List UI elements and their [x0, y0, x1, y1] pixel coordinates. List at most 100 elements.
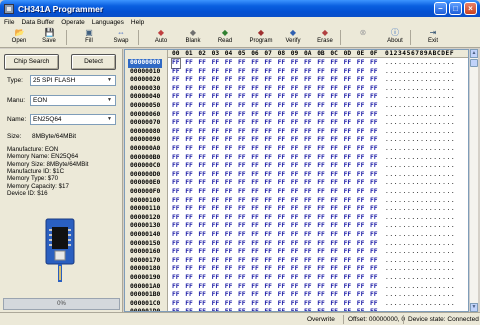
hex-byte-cell[interactable]: FF — [330, 257, 338, 266]
hex-byte-cell[interactable]: FF — [264, 162, 272, 171]
hex-byte-cell[interactable]: FF — [264, 102, 272, 111]
hex-byte-cell[interactable]: FF — [172, 274, 180, 283]
hex-byte-cell[interactable]: FF — [225, 231, 233, 240]
hex-byte-cell[interactable]: FF — [185, 231, 193, 240]
hex-byte-cell[interactable]: FF — [251, 128, 259, 137]
hex-byte-cell[interactable]: FF — [278, 102, 286, 111]
hex-byte-cell[interactable]: FF — [172, 119, 180, 128]
hex-byte-cell[interactable]: FF — [212, 188, 220, 197]
hex-byte-cell[interactable]: FF — [357, 300, 365, 309]
hex-byte-cell[interactable]: FF — [264, 85, 272, 94]
hex-byte-cell[interactable]: FF — [185, 179, 193, 188]
hex-byte-cell[interactable]: FF — [264, 197, 272, 206]
hex-byte-cell[interactable]: FF — [330, 111, 338, 120]
hex-byte-cell[interactable]: FF — [185, 265, 193, 274]
hex-byte-cell[interactable]: FF — [212, 85, 220, 94]
hex-byte-cell[interactable]: FF — [225, 102, 233, 111]
hex-byte-cell[interactable]: FF — [370, 179, 378, 188]
hex-byte-cell[interactable]: FF — [278, 145, 286, 154]
hex-byte-cell[interactable]: FF — [278, 274, 286, 283]
hex-byte-cell[interactable]: FF — [317, 283, 325, 292]
hex-byte-cell[interactable]: FF — [344, 85, 352, 94]
hex-byte-cell[interactable]: FF — [317, 102, 325, 111]
manufacturer-select[interactable]: EON ▼ — [30, 95, 116, 106]
hex-byte-cell[interactable]: FF — [172, 265, 180, 274]
hex-byte-cell[interactable]: FF — [225, 76, 233, 85]
hex-byte-cell[interactable]: FF — [212, 291, 220, 300]
hex-byte-cell[interactable]: FF — [251, 119, 259, 128]
hex-byte-cell[interactable]: FF — [238, 111, 246, 120]
hex-byte-cell[interactable]: FF — [344, 162, 352, 171]
hex-byte-cell[interactable]: FF — [172, 154, 180, 163]
hex-byte-cell[interactable]: FF — [330, 136, 338, 145]
hex-byte-cell[interactable]: FF — [304, 283, 312, 292]
hex-byte-cell[interactable]: FF — [317, 59, 325, 68]
hex-byte-cell[interactable]: FF — [278, 171, 286, 180]
hex-byte-cell[interactable]: FF — [172, 214, 180, 223]
hex-byte-cell[interactable]: FF — [172, 179, 180, 188]
hex-byte-cell[interactable]: FF — [172, 240, 180, 249]
hex-byte-cell[interactable]: FF — [370, 93, 378, 102]
hex-byte-cell[interactable]: FF — [291, 265, 299, 274]
hex-byte-cell[interactable]: FF — [370, 248, 378, 257]
menu-data-buffer[interactable]: Data Buffer — [21, 19, 54, 26]
hex-byte-cell[interactable]: FF — [304, 179, 312, 188]
hex-byte-cell[interactable]: FF — [251, 136, 259, 145]
toolbar-exit-button[interactable]: ⇥ Exit — [416, 28, 450, 47]
hex-byte-cell[interactable]: FF — [251, 111, 259, 120]
hex-byte-cell[interactable]: FF — [278, 179, 286, 188]
hex-byte-cell[interactable]: FF — [225, 257, 233, 266]
hex-byte-cell[interactable]: FF — [238, 102, 246, 111]
hex-byte-cell[interactable]: FF — [317, 248, 325, 257]
hex-byte-cell[interactable]: FF — [330, 265, 338, 274]
hex-byte-cell[interactable]: FF — [198, 93, 206, 102]
hex-byte-cell[interactable]: FF — [198, 136, 206, 145]
hex-byte-cell[interactable]: FF — [317, 136, 325, 145]
hex-byte-cell[interactable]: FF — [370, 68, 378, 77]
hex-byte-cell[interactable]: FF — [304, 76, 312, 85]
hex-byte-cell[interactable]: FF — [212, 231, 220, 240]
hex-byte-cell[interactable]: FF — [291, 179, 299, 188]
hex-byte-cell[interactable]: FF — [212, 179, 220, 188]
hex-byte-cell[interactable]: FF — [212, 300, 220, 309]
hex-byte-cell[interactable]: FF — [225, 136, 233, 145]
hex-byte-cell[interactable]: FF — [357, 291, 365, 300]
hex-byte-cell[interactable]: FF — [198, 162, 206, 171]
hex-byte-cell[interactable]: FF — [370, 274, 378, 283]
hex-byte-cell[interactable]: FF — [238, 59, 246, 68]
hex-byte-cell[interactable]: FF — [291, 222, 299, 231]
hex-byte-cell[interactable]: FF — [264, 291, 272, 300]
hex-byte-cell[interactable]: FF — [370, 205, 378, 214]
hex-editor[interactable]: 00 01 02 03 04 05 06 07 08 09 0A 0B 0C 0D 0E 0F 01234567… — [124, 49, 469, 312]
hex-byte-cell[interactable]: FF — [357, 76, 365, 85]
hex-byte-cell[interactable]: FF — [264, 128, 272, 137]
hex-byte-cell[interactable]: FF — [357, 222, 365, 231]
hex-byte-cell[interactable]: FF — [172, 197, 180, 206]
hex-byte-cell[interactable]: FF — [370, 136, 378, 145]
hex-byte-cell[interactable]: FF — [278, 111, 286, 120]
hex-byte-cell[interactable]: FF — [330, 274, 338, 283]
hex-byte-cell[interactable]: FF — [225, 197, 233, 206]
hex-byte-cell[interactable]: FF — [212, 68, 220, 77]
hex-byte-cell[interactable]: FF — [370, 111, 378, 120]
hex-byte-cell[interactable]: FF — [185, 274, 193, 283]
hex-byte-cell[interactable]: FF — [212, 93, 220, 102]
hex-byte-cell[interactable]: FF — [344, 214, 352, 223]
hex-byte-cell[interactable]: FF — [291, 59, 299, 68]
hex-byte-cell[interactable]: FF — [370, 283, 378, 292]
hex-byte-cell[interactable]: FF — [251, 102, 259, 111]
hex-byte-cell[interactable]: FF — [357, 231, 365, 240]
hex-byte-cell[interactable]: FF — [278, 119, 286, 128]
hex-byte-cell[interactable]: FF — [344, 188, 352, 197]
hex-byte-cell[interactable]: FF — [330, 188, 338, 197]
hex-byte-cell[interactable]: FF — [251, 231, 259, 240]
hex-byte-cell[interactable]: FF — [172, 68, 180, 77]
hex-byte-cell[interactable]: FF — [225, 59, 233, 68]
hex-byte-cell[interactable]: FF — [238, 240, 246, 249]
hex-byte-cell[interactable]: FF — [370, 162, 378, 171]
vertical-scrollbar[interactable]: ▲ ▼ — [469, 49, 478, 312]
hex-byte-cell[interactable]: FF — [317, 171, 325, 180]
hex-byte-cell[interactable]: FF — [370, 76, 378, 85]
toolbar-stop-button[interactable]: ⊗ — [346, 28, 380, 47]
hex-byte-cell[interactable]: FF — [304, 111, 312, 120]
